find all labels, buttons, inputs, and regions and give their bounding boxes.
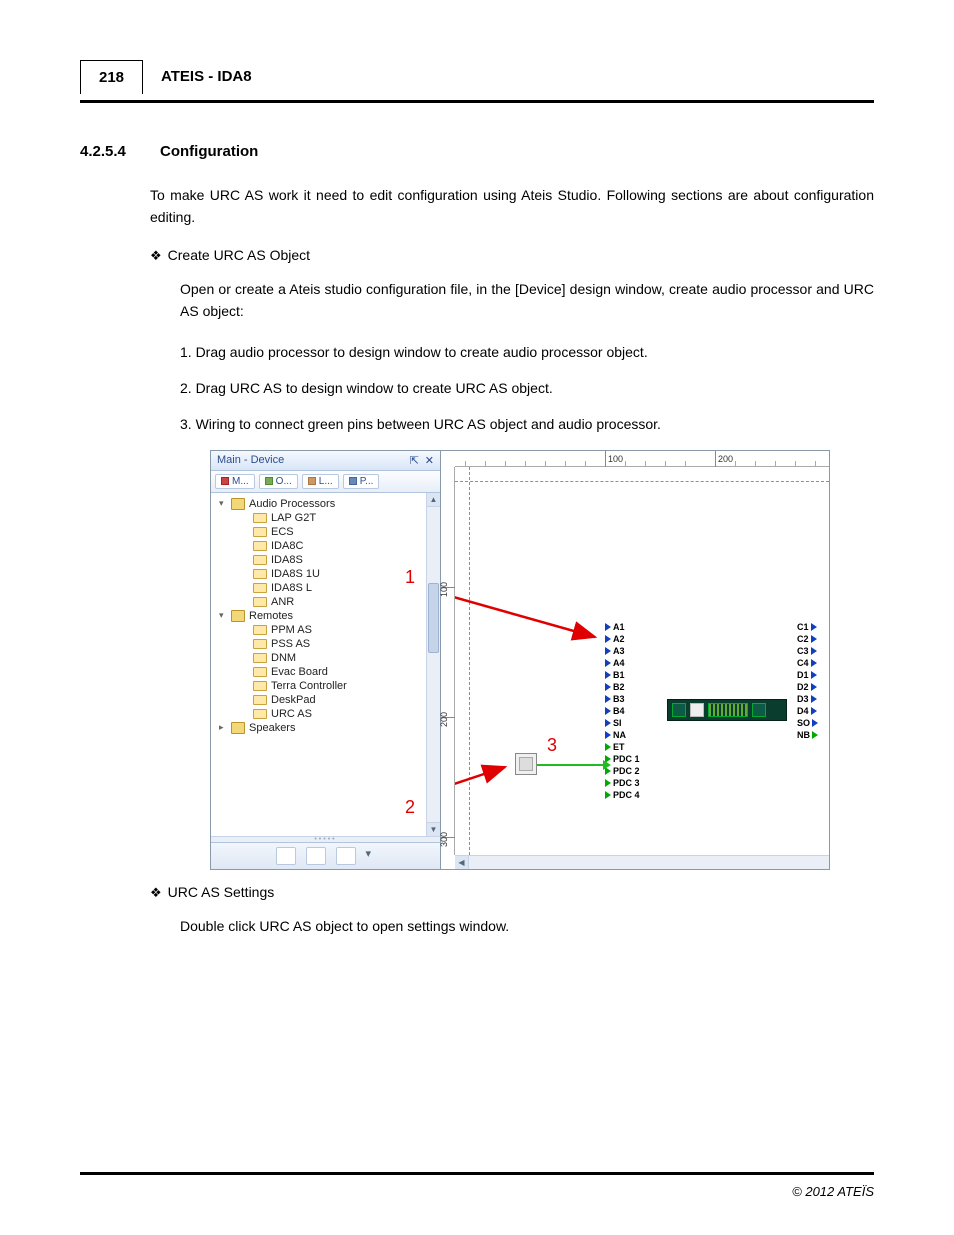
step-1: 1. Drag audio processor to design window… [180,341,874,363]
device-icon [253,583,267,593]
device-icon [253,541,267,551]
device-icon [253,597,267,607]
intro-text: To make URC AS work it need to edit conf… [150,184,874,229]
annotation-2: 2 [405,797,415,818]
device-icon [253,653,267,663]
toolbar-btn-2[interactable] [306,847,326,865]
page-title: ATEIS - IDA8 [143,60,874,94]
screenshot-figure: Main - Device ⇱ ✕ M... O... L... P... ▾A… [210,450,830,870]
device-icon [253,527,267,537]
scroll-up-icon[interactable]: ▲ [427,493,440,507]
close-icon[interactable]: ✕ [425,454,434,467]
audio-processor-object[interactable]: A1 A2 A3 A4 B1 B2 B3 B4 SI NA ET PDC 1 P… [605,621,825,791]
annotation-3: 3 [547,735,557,756]
folder-icon [231,610,245,622]
toolbar-dropdown-icon[interactable]: ▾ [366,847,376,865]
tree-scrollbar[interactable]: ▲ ▼ [426,493,440,836]
annotation-1: 1 [405,567,415,588]
tab-p[interactable]: P... [343,474,380,489]
design-canvas[interactable]: 100 200 100 200 300 A1 A2 A3 A4 B1 B2 [441,451,829,869]
tab-l[interactable]: L... [302,474,339,489]
footer-divider [80,1172,874,1175]
footer-copyright: © 2012 ATEÏS [792,1184,874,1199]
device-tree[interactable]: ▾Audio Processors LAP G2T ECS IDA8C IDA8… [211,493,440,836]
device-icon [253,513,267,523]
step-2: 2. Drag URC AS to design window to creat… [180,377,874,399]
device-icon [253,555,267,565]
tab-o[interactable]: O... [259,474,298,489]
device-icon [253,639,267,649]
bullet-icon: ❖ [150,248,162,264]
scroll-left-icon[interactable]: ◀ [455,856,469,869]
bullet-title: Create URC AS Object [168,247,310,263]
page-number: 218 [80,60,143,94]
bullet-lead: Open or create a Ateis studio configurat… [180,278,874,323]
ruler-horizontal: 100 200 [455,451,829,467]
folder-icon [231,722,245,734]
toolbar-btn-3[interactable] [336,847,356,865]
pin-icon[interactable]: ⇱ [410,454,419,467]
device-icon [253,709,267,719]
scroll-thumb[interactable] [428,583,439,653]
section-title: Configuration [160,143,258,160]
canvas-h-scrollbar[interactable]: ◀ [455,855,829,869]
device-icon [253,681,267,691]
device-icon [253,695,267,705]
wire-connection [537,764,605,766]
device-icon [253,625,267,635]
bullet-lead: Double click URC AS object to open setti… [180,915,874,937]
header-divider [80,100,874,103]
wire-arrow-icon [603,760,611,770]
panel-toolbar: ▾ [211,842,440,869]
bullet-title: URC AS Settings [168,884,275,900]
tab-strip: M... O... L... P... [211,471,440,493]
bullet-icon: ❖ [150,885,162,901]
toolbar-btn-1[interactable] [276,847,296,865]
folder-icon [231,498,245,510]
section-number: 4.2.5.4 [80,143,140,160]
device-icon [253,667,267,677]
step-3: 3. Wiring to connect green pins between … [180,413,874,435]
ruler-vertical: 100 200 300 [441,467,455,855]
device-chip-graphic [667,699,787,721]
panel-title-text: Main - Device [217,454,284,466]
device-icon [253,569,267,579]
tab-m[interactable]: M... [215,474,255,489]
urc-as-object[interactable] [515,753,537,775]
